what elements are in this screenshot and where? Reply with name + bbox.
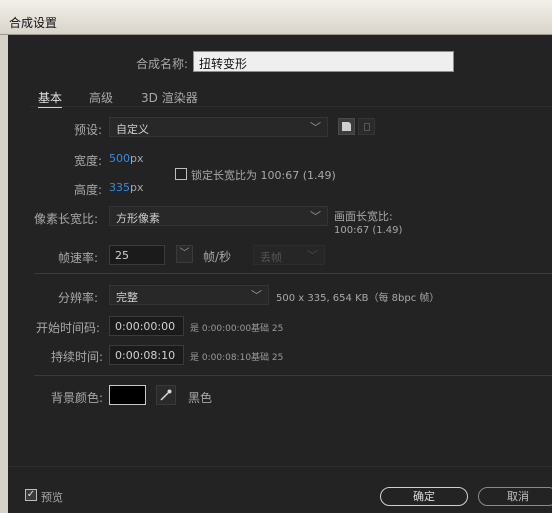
width-value[interactable]: 500 — [109, 152, 130, 165]
comp-name-label: 合成名称: — [136, 57, 189, 71]
background-color-label: 背景颜色: — [51, 391, 104, 405]
duration-value: 0:00:08:10 — [115, 349, 176, 362]
chevron-down-icon: ﹀ — [310, 210, 321, 223]
window-title: 合成设置 — [9, 16, 58, 30]
start-timecode-value: 0:00:00:00 — [115, 320, 176, 333]
save-preset-icon[interactable] — [338, 118, 355, 135]
width-label: 宽度: — [74, 154, 103, 168]
height-unit: px — [130, 181, 144, 194]
frame-rate-label: 帧速率: — [58, 251, 99, 265]
frame-aspect-label: 画面长宽比: — [334, 210, 393, 223]
section-divider — [34, 375, 552, 376]
duration-label: 持续时间: — [51, 350, 104, 364]
start-timecode-label: 开始时间码: — [36, 321, 101, 335]
preset-label: 预设: — [74, 123, 103, 137]
tab-3d-renderer[interactable]: 3D 渲染器 — [141, 89, 198, 106]
frame-aspect-value: 100:67 (1.49) — [334, 225, 403, 236]
chevron-down-icon: ﹀ — [251, 289, 262, 302]
background-color-name: 黑色 — [188, 391, 213, 405]
frame-rate-menu-button[interactable]: ﹀ — [176, 245, 193, 263]
height-label: 高度: — [74, 183, 103, 197]
start-timecode-is: 是 0:00:00:00 — [190, 324, 252, 334]
frame-rate-value: 25 — [115, 249, 129, 262]
comp-name-value: 扭转变形 — [199, 57, 248, 71]
duration-input[interactable]: 0:00:08:10 — [109, 345, 184, 365]
delete-preset-icon[interactable] — [358, 118, 375, 135]
start-timecode-base: 基础 25 — [251, 324, 284, 334]
duration-is: 是 0:00:08:10 — [190, 353, 252, 363]
resolution-dropdown[interactable]: 完整 ﹀ — [109, 285, 269, 305]
height-value[interactable]: 335 — [109, 181, 130, 194]
duration-base: 基础 25 — [251, 353, 284, 363]
preview-checkbox[interactable]: ✓ — [25, 489, 37, 501]
resolution-info: 500 x 335, 654 KB（每 8bpc 帧） — [276, 293, 440, 304]
footer-divider — [8, 466, 552, 467]
section-divider — [34, 273, 552, 274]
resolution-value: 完整 — [116, 291, 138, 304]
lock-ratio-checkbox[interactable] — [175, 168, 187, 180]
frame-rate-unit: 帧/秒 — [203, 250, 232, 264]
frame-rate-input[interactable]: 25 — [109, 245, 165, 265]
window-frame — [0, 35, 8, 513]
tab-divider — [30, 106, 552, 107]
composition-settings-window: 合成设置 合成名称: 扭转变形 基本 高级 3D 渲染器 预设: 自定义 ﹀ 宽… — [0, 0, 552, 513]
eyedropper-icon[interactable] — [156, 385, 176, 405]
cancel-button[interactable]: 取消 — [478, 487, 552, 506]
background-color-swatch[interactable] — [109, 385, 146, 405]
width-unit: px — [130, 152, 144, 165]
drop-frame-dropdown: 丢帧 ﹀ — [253, 245, 325, 265]
preview-label: 预览 — [41, 491, 63, 504]
start-timecode-input[interactable]: 0:00:00:00 — [109, 316, 184, 336]
resolution-label: 分辨率: — [58, 291, 99, 305]
preset-dropdown[interactable]: 自定义 ﹀ — [109, 117, 328, 137]
lock-ratio-label: 锁定长宽比为 100:67 (1.49) — [191, 169, 336, 182]
pixel-aspect-dropdown[interactable]: 方形像素 ﹀ — [109, 206, 328, 226]
tab-advanced[interactable]: 高级 — [89, 89, 113, 106]
chevron-down-icon: ﹀ — [310, 121, 321, 134]
chevron-down-icon: ﹀ — [307, 249, 318, 262]
dialog-body: 合成名称: 扭转变形 基本 高级 3D 渲染器 预设: 自定义 ﹀ 宽度: 50… — [8, 35, 552, 513]
comp-name-input[interactable]: 扭转变形 — [193, 51, 454, 72]
title-bar[interactable]: 合成设置 — [0, 0, 552, 35]
preset-value: 自定义 — [116, 123, 149, 136]
ok-button[interactable]: 确定 — [380, 487, 468, 506]
pixel-aspect-value: 方形像素 — [116, 212, 160, 225]
drop-frame-value: 丢帧 — [260, 251, 282, 264]
pixel-aspect-label: 像素长宽比: — [34, 212, 99, 226]
